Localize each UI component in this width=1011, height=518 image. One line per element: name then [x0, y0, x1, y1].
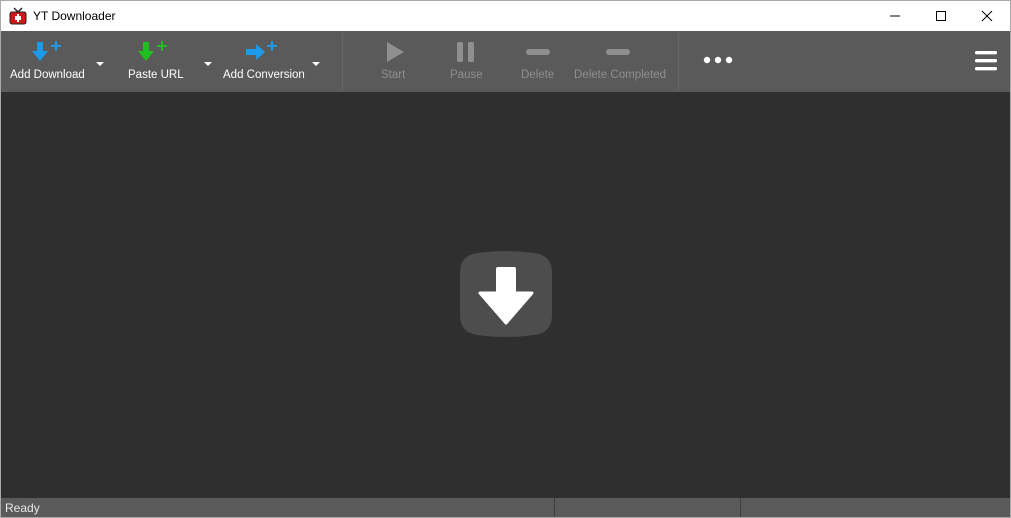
more-button[interactable]	[697, 31, 737, 92]
window-title: YT Downloader	[33, 9, 116, 23]
add-download-label: Add Download	[10, 69, 85, 81]
add-conversion-button[interactable]: Add Conversion	[219, 31, 309, 92]
download-list-area[interactable]	[1, 92, 1010, 498]
download-plus-icon	[32, 41, 61, 61]
minimize-icon	[890, 15, 900, 17]
start-label: Start	[381, 69, 406, 81]
caret-down-icon	[204, 62, 212, 66]
toolbar-separator	[678, 33, 679, 90]
caret-down-icon	[312, 62, 320, 66]
delete-label: Delete	[521, 69, 555, 81]
window-controls	[872, 1, 1010, 31]
main-menu-button[interactable]	[967, 31, 1007, 92]
maximize-icon	[936, 11, 946, 21]
add-conversion-dropdown[interactable]	[311, 57, 321, 66]
paste-url-dropdown[interactable]	[203, 57, 213, 66]
status-bar: Ready	[1, 498, 1010, 517]
close-button[interactable]	[964, 1, 1010, 31]
paste-url-plus-icon	[138, 41, 167, 61]
add-download-dropdown[interactable]	[95, 57, 105, 66]
pause-button[interactable]: Pause	[441, 31, 491, 92]
delete-completed-label: Delete Completed	[574, 69, 667, 81]
minus-icon	[606, 49, 630, 55]
pause-label: Pause	[450, 69, 483, 81]
delete-button[interactable]: Delete	[513, 31, 563, 92]
paste-url-button[interactable]: Paste URL	[113, 31, 193, 92]
play-icon	[387, 42, 404, 62]
status-text: Ready	[5, 501, 40, 515]
start-button[interactable]: Start	[369, 31, 419, 92]
caret-down-icon	[96, 62, 104, 66]
pause-icon	[457, 42, 474, 62]
add-conversion-label: Add Conversion	[223, 69, 305, 81]
hamburger-menu-icon	[975, 51, 997, 71]
toolbar-separator	[342, 33, 343, 90]
add-download-button[interactable]: Add Download	[1, 31, 91, 92]
maximize-button[interactable]	[918, 1, 964, 31]
minus-icon	[526, 49, 550, 55]
empty-state-download-icon	[458, 251, 554, 337]
minimize-button[interactable]	[872, 1, 918, 31]
app-tv-icon	[9, 7, 27, 25]
convert-plus-icon	[246, 41, 277, 60]
title-bar: YT Downloader	[1, 1, 1010, 31]
paste-url-label: Paste URL	[128, 69, 184, 81]
status-divider	[554, 498, 555, 517]
status-divider	[740, 498, 741, 517]
more-icon	[703, 56, 733, 64]
delete-completed-button[interactable]: Delete Completed	[571, 31, 666, 92]
app-window: YT Downloader Add Download Paste URL Add…	[0, 0, 1011, 518]
toolbar: Add Download Paste URL Add Conversion St…	[1, 31, 1010, 92]
close-icon	[981, 10, 993, 22]
